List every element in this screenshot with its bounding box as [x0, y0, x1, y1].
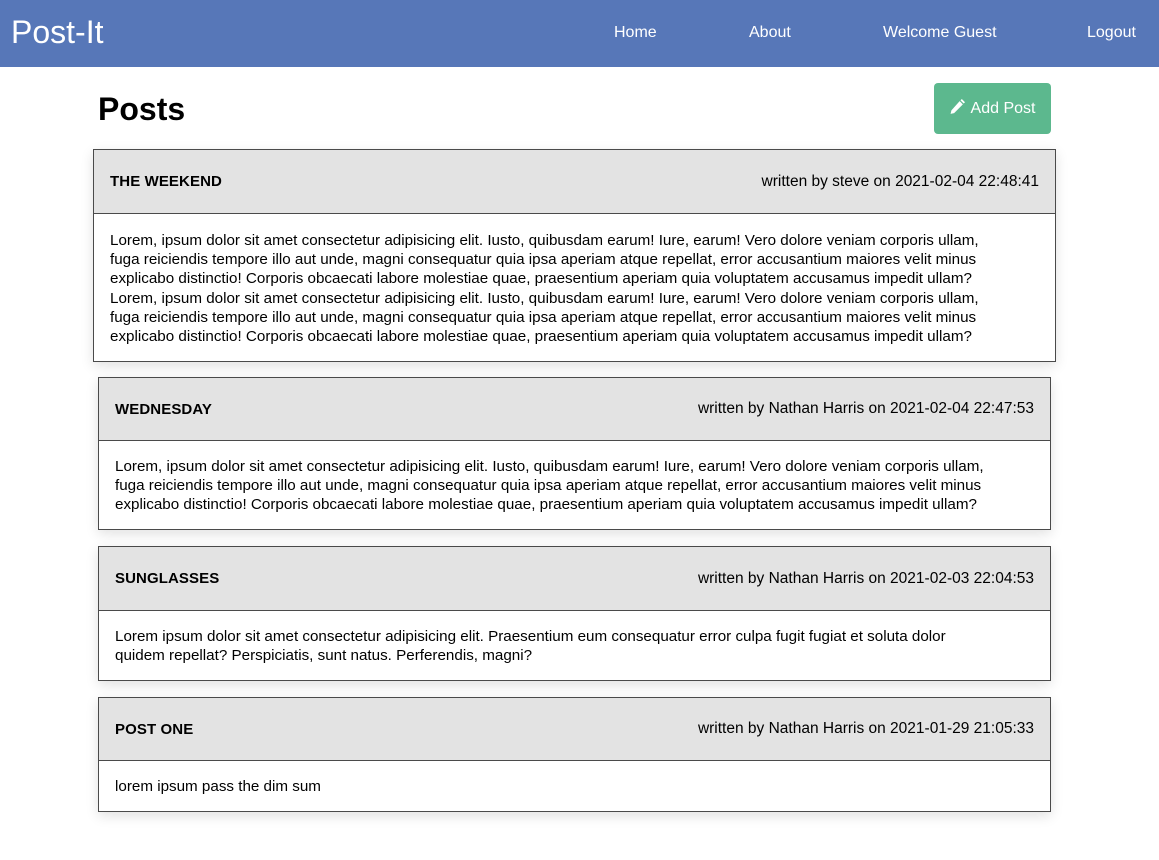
post-card-header: POST ONE written by Nathan Harris on 202…: [99, 698, 1050, 761]
post-card-header: WEDNESDAY written by Nathan Harris on 20…: [99, 378, 1050, 441]
nav-welcome-link[interactable]: Welcome Guest: [883, 23, 997, 43]
post-title: WEDNESDAY: [115, 400, 213, 418]
post-body: Lorem ipsum dolor sit amet consectetur a…: [99, 611, 1050, 665]
nav-about-link[interactable]: About: [749, 23, 791, 43]
add-post-label: Add Post: [970, 99, 1036, 117]
post-card: SUNGLASSES written by Nathan Harris on 2…: [98, 546, 1051, 681]
post-body-line: explicabo distinctio! Corporis obcaecati…: [115, 496, 977, 514]
post-body-line: explicabo distinctio! Corporis obcaecati…: [110, 270, 972, 288]
post-title: THE WEEKEND: [110, 173, 222, 190]
post-body-line: quidem repellat? Perspiciatis, sunt natu…: [115, 647, 533, 665]
post-body-line: explicabo distinctio! Corporis obcaecati…: [110, 328, 972, 346]
post-body: Lorem, ipsum dolor sit amet consectetur …: [99, 441, 1050, 515]
post-body: lorem ipsum pass the dim sum: [99, 761, 1050, 796]
post-body-line: fuga reiciendis tempore illo aut unde, m…: [115, 477, 982, 495]
post-body-line: Lorem ipsum dolor sit amet consectetur a…: [115, 628, 946, 645]
add-post-button[interactable]: Add Post: [934, 83, 1051, 134]
post-meta: written by Nathan Harris on 2021-02-03 2…: [697, 569, 1034, 587]
pencil-icon: [950, 98, 965, 119]
page-title: Posts: [98, 91, 186, 127]
post-body-line: fuga reiciendis tempore illo aut unde, m…: [110, 251, 977, 269]
post-card-header: THE WEEKEND written by steve on 2021-02-…: [94, 150, 1055, 214]
post-body-line: fuga reiciendis tempore illo aut unde, m…: [110, 308, 977, 326]
nav-home-link[interactable]: Home: [614, 23, 657, 43]
post-meta: written by Nathan Harris on 2021-02-04 2…: [697, 400, 1034, 417]
navbar: Post-It Home About Welcome Guest Logout: [0, 0, 1159, 67]
nav-logout-link[interactable]: Logout: [1087, 23, 1136, 43]
post-title: POST ONE: [115, 720, 194, 738]
brand-logo[interactable]: Post-It: [11, 12, 103, 52]
post-body: Lorem, ipsum dolor sit amet consectetur …: [94, 214, 1055, 346]
post-meta: written by steve on 2021-02-04 22:48:41: [761, 172, 1039, 190]
post-card-header: SUNGLASSES written by Nathan Harris on 2…: [99, 547, 1050, 611]
post-body-line: Lorem, ipsum dolor sit amet consectetur …: [115, 458, 984, 475]
post-card: WEDNESDAY written by Nathan Harris on 20…: [98, 377, 1051, 530]
post-body-line: lorem ipsum pass the dim sum: [115, 778, 321, 795]
post-body-line: Lorem, ipsum dolor sit amet consectetur …: [110, 232, 979, 249]
post-body-line: Lorem, ipsum dolor sit amet consectetur …: [110, 289, 979, 307]
post-meta: written by Nathan Harris on 2021-01-29 2…: [697, 720, 1034, 737]
post-card: THE WEEKEND written by steve on 2021-02-…: [93, 149, 1056, 362]
post-title: SUNGLASSES: [115, 570, 220, 587]
post-card: POST ONE written by Nathan Harris on 202…: [98, 697, 1051, 812]
